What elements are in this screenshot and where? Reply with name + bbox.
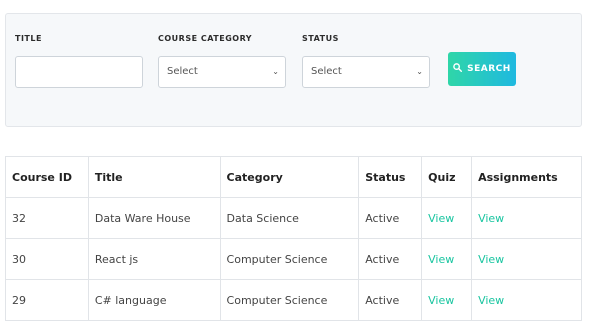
course-category-selected: Select [167, 66, 198, 77]
title-input[interactable] [15, 56, 143, 88]
course-category-select[interactable]: Select ⌄ [158, 56, 286, 88]
column-header-course-id: Course ID [5, 156, 89, 198]
column-header-quiz: Quiz [421, 156, 473, 198]
assignments-view-link[interactable]: View [471, 197, 582, 239]
table-header-row: Course ID Title Category Status Quiz Ass… [5, 156, 582, 198]
category-cell: Data Science [219, 197, 360, 239]
search-button-label: SEARCH [467, 64, 511, 74]
table-row: 32 Data Ware House Data Science Active V… [5, 197, 582, 239]
column-header-status: Status [358, 156, 423, 198]
table-row: 29 C# language Computer Science Active V… [5, 279, 582, 321]
status-cell: Active [358, 279, 423, 321]
column-header-category: Category [219, 156, 360, 198]
column-header-title: Title [87, 156, 221, 198]
status-cell: Active [358, 197, 423, 239]
status-cell: Active [358, 238, 423, 280]
courses-table: Course ID Title Category Status Quiz Ass… [5, 156, 582, 321]
category-cell: Computer Science [219, 279, 360, 321]
title-cell: Data Ware House [87, 197, 221, 239]
course-id-cell: 30 [5, 238, 89, 280]
quiz-view-link[interactable]: View [421, 238, 473, 280]
title-label: TITLE [15, 34, 42, 43]
status-select[interactable]: Select ⌄ [302, 56, 430, 88]
table-row: 30 React js Computer Science Active View… [5, 238, 582, 280]
course-category-label: COURSE CATEGORY [158, 34, 253, 43]
assignments-view-link[interactable]: View [471, 238, 582, 280]
title-cell: React js [87, 238, 221, 280]
course-id-cell: 32 [5, 197, 89, 239]
course-id-cell: 29 [5, 279, 89, 321]
status-label: STATUS [302, 34, 339, 43]
quiz-view-link[interactable]: View [421, 279, 473, 321]
filter-panel: TITLE COURSE CATEGORY Select ⌄ STATUS Se… [5, 13, 582, 127]
status-selected: Select [311, 66, 342, 77]
category-cell: Computer Science [219, 238, 360, 280]
title-cell: C# language [87, 279, 221, 321]
column-header-assignments: Assignments [471, 156, 582, 198]
chevron-down-icon: ⌄ [416, 67, 423, 76]
assignments-view-link[interactable]: View [471, 279, 582, 321]
search-button[interactable]: SEARCH [448, 52, 516, 86]
search-icon [453, 63, 463, 75]
chevron-down-icon: ⌄ [272, 67, 279, 76]
quiz-view-link[interactable]: View [421, 197, 473, 239]
